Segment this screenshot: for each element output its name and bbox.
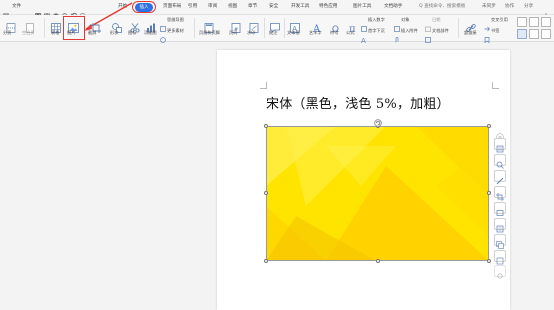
- tab-security[interactable]: 安全: [269, 0, 278, 14]
- header-footer-button[interactable]: 页眉和页脚: [199, 30, 220, 36]
- resize-handle-bottom-left[interactable]: [264, 259, 268, 263]
- resize-handle-top-right[interactable]: [487, 124, 491, 128]
- tab-view[interactable]: 视图: [228, 0, 237, 14]
- tab-chapter[interactable]: 章节: [248, 0, 257, 14]
- ribbon-separator: [264, 18, 265, 38]
- crop-icon: [496, 193, 504, 201]
- date-button[interactable]: 日期: [432, 17, 440, 23]
- page-break-button[interactable]: 分页: [3, 30, 11, 36]
- formula-button[interactable]: 公式: [346, 30, 354, 36]
- paperclip-icon[interactable]: [394, 28, 400, 47]
- layout-view-icon[interactable]: [517, 17, 551, 43]
- ribbon-separator: [194, 18, 195, 38]
- tab-developer-tools[interactable]: 开发工具: [291, 0, 309, 14]
- margin-corner-mark: [260, 82, 267, 89]
- zoom-icon: [496, 161, 504, 169]
- more-material-icon[interactable]: [160, 28, 166, 47]
- tab-doc-assistant[interactable]: 文档助手: [384, 0, 402, 14]
- picture-button[interactable]: 图片: [67, 30, 75, 36]
- blank-page-button[interactable]: 空白页: [22, 30, 35, 36]
- hyperlink-button[interactable]: 超链接: [464, 30, 477, 36]
- zoom-button[interactable]: [494, 154, 506, 169]
- insert-ribbon: 分页 空白页 表格 图片 截屏 形状 图标 功能图 思维导图 更多素材 页眉和页…: [0, 2, 554, 45]
- table-button[interactable]: 表格: [51, 30, 59, 36]
- drop-cap-icon[interactable]: A: [361, 28, 367, 47]
- functional-chart-button[interactable]: 功能图: [144, 30, 157, 36]
- watermark-button[interactable]: 水印: [247, 30, 255, 36]
- symbol-button[interactable]: 符号: [330, 30, 338, 36]
- settings-tool-button[interactable]: [494, 265, 506, 279]
- resize-handle-right[interactable]: [487, 191, 491, 195]
- svg-text:A: A: [361, 37, 366, 43]
- comment-button[interactable]: 批注: [269, 30, 277, 36]
- tab-page-layout[interactable]: 页面布局: [163, 0, 181, 14]
- share-button[interactable]: 分享: [524, 0, 533, 14]
- change-picture-button[interactable]: [494, 234, 506, 249]
- drop-cap-button[interactable]: 首字下沉: [368, 28, 385, 34]
- wordart-button[interactable]: 艺术字: [309, 30, 322, 36]
- more-material-button[interactable]: 更多素材: [167, 28, 184, 34]
- screenshot-button[interactable]: 截屏: [88, 30, 96, 36]
- ribbon-separator: [44, 18, 45, 38]
- bookmark-icon[interactable]: [484, 28, 490, 47]
- picture-to-text-button[interactable]: [494, 218, 506, 233]
- command-search[interactable]: Q 查找命令、搜索模板: [419, 0, 465, 14]
- resize-handle-left[interactable]: [264, 191, 268, 195]
- collaborate-button[interactable]: 协作: [505, 0, 514, 14]
- page-number-button[interactable]: 页码: [229, 30, 237, 36]
- file-menu[interactable]: 文件: [12, 0, 21, 14]
- image-selection-outline: [266, 126, 489, 261]
- document-heading[interactable]: 宋体（黑色，浅色 5%，加粗）: [266, 93, 450, 112]
- sync-status[interactable]: 未同步: [482, 0, 496, 14]
- ribbon-separator: [458, 18, 459, 38]
- replace-image-icon: [496, 241, 504, 249]
- image-icon: [496, 210, 504, 216]
- layout-options-button[interactable]: [494, 138, 506, 153]
- edit-pen-icon: [496, 177, 504, 185]
- tab-insert[interactable]: 插入: [135, 2, 153, 12]
- icon-button[interactable]: 图标: [128, 30, 136, 36]
- doc-parts-icon[interactable]: [425, 28, 431, 47]
- layout-options-icon: [496, 145, 504, 153]
- crossref-button[interactable]: 交叉引用: [491, 17, 508, 23]
- doc-parts-button[interactable]: 文档部件: [432, 28, 449, 34]
- resize-handle-top-left[interactable]: [264, 124, 268, 128]
- more-picture-tools-button[interactable]: [494, 250, 506, 265]
- resize-handle-bottom[interactable]: [376, 259, 380, 263]
- tab-picture-tools[interactable]: 图片工具: [353, 0, 371, 14]
- tab-special-apps[interactable]: 特色应用: [319, 0, 337, 14]
- edit-picture-button[interactable]: [494, 170, 506, 185]
- tab-references[interactable]: 引用: [188, 0, 197, 14]
- tab-review[interactable]: 审阅: [208, 0, 217, 14]
- resize-handle-bottom-right[interactable]: [487, 259, 491, 263]
- gear-icon: [497, 273, 503, 279]
- rotate-handle-icon[interactable]: [374, 112, 382, 131]
- crop-button[interactable]: [494, 186, 506, 201]
- shape-button[interactable]: 形状: [110, 30, 118, 36]
- bookmark-button[interactable]: 书签: [491, 28, 499, 34]
- margin-corner-mark: [492, 82, 499, 89]
- ribbon-separator: [284, 18, 285, 38]
- attachment-button[interactable]: 插入附件: [401, 28, 418, 34]
- object-button[interactable]: 对象: [401, 17, 409, 23]
- text-extract-icon: [496, 225, 504, 233]
- mindmap-button[interactable]: 思维导图: [167, 17, 184, 23]
- annotation-arrow-icon: [84, 2, 133, 31]
- picture-effects-button[interactable]: [494, 202, 506, 216]
- insert-number-button[interactable]: 插入数字: [368, 17, 385, 23]
- textbox-button[interactable]: 文本框: [287, 30, 300, 36]
